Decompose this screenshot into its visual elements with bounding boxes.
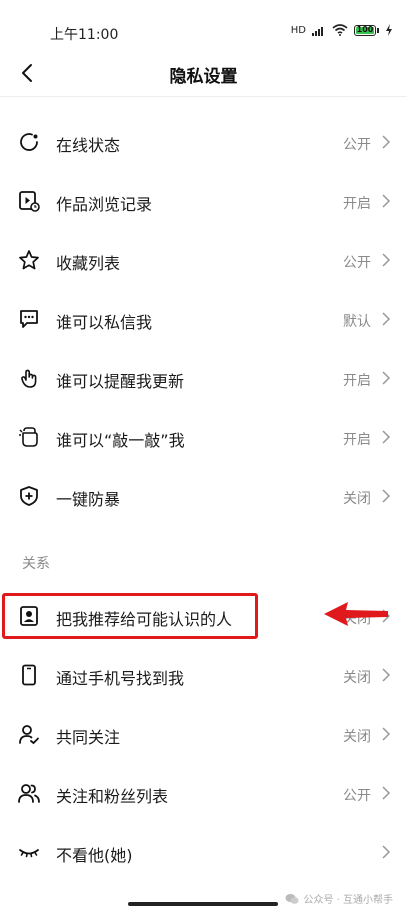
setting-value: 关闭 — [343, 670, 371, 686]
chevron-right-icon — [382, 489, 391, 503]
chevron-right-icon — [382, 194, 391, 208]
watermark-text: 公众号 · 互通小帮手 — [303, 895, 393, 906]
chevron-right-icon — [382, 668, 391, 682]
status-icons: HD 100 — [291, 24, 393, 36]
setting-who-can-knock[interactable]: 谁可以“敲一敲”我 开启 — [0, 409, 407, 465]
setting-label: 共同关注 — [56, 728, 121, 747]
setting-value: 开启 — [343, 432, 371, 448]
setting-anti-harassment[interactable]: 一键防暴 关闭 — [0, 468, 407, 524]
users-icon — [18, 784, 40, 803]
setting-online-status[interactable]: 在线状态 公开 — [0, 114, 407, 170]
chevron-right-icon — [382, 430, 391, 444]
tap-finger-icon — [21, 369, 37, 388]
setting-label: 关注和粉丝列表 — [56, 787, 169, 806]
watermark: 公众号 · 互通小帮手 — [285, 891, 393, 906]
setting-browse-history[interactable]: 作品浏览记录 开启 — [0, 173, 407, 229]
setting-who-can-remind[interactable]: 谁可以提醒我更新 开启 — [0, 350, 407, 406]
setting-label: 谁可以私信我 — [56, 313, 153, 332]
setting-value: 默认 — [343, 314, 371, 330]
chevron-right-icon — [382, 135, 391, 149]
setting-favorites-list[interactable]: 收藏列表 公开 — [0, 232, 407, 288]
setting-mutual-follows[interactable]: 共同关注 关闭 — [0, 706, 407, 762]
section-relation-header: 关系 — [22, 556, 50, 572]
closed-eye-icon — [19, 849, 39, 858]
setting-label: 不看他(她) — [56, 846, 133, 865]
setting-value: 公开 — [343, 788, 371, 804]
setting-find-by-phone[interactable]: 通过手机号找到我 关闭 — [0, 647, 407, 703]
chevron-right-icon — [382, 727, 391, 741]
setting-label: 一键防暴 — [56, 490, 121, 509]
setting-value: 公开 — [343, 255, 371, 271]
signal-icon — [312, 26, 323, 36]
setting-label: 收藏列表 — [56, 254, 121, 273]
page-title: 隐私设置 — [169, 67, 238, 87]
status-bar: 上午11:00 HD 100 — [0, 0, 407, 50]
user-check-icon — [19, 725, 39, 745]
red-arrow-icon — [324, 602, 388, 626]
setting-label: 谁可以提醒我更新 — [56, 372, 185, 391]
online-status-icon — [20, 133, 38, 151]
setting-value: 开启 — [343, 373, 371, 389]
knock-hand-icon — [19, 427, 38, 447]
setting-value: 关闭 — [343, 729, 371, 745]
battery-icon: 100 — [354, 24, 379, 36]
setting-label: 谁可以“敲一敲”我 — [56, 431, 185, 450]
message-icon — [20, 310, 38, 328]
setting-label: 在线状态 — [56, 136, 121, 155]
home-indicator[interactable] — [128, 902, 278, 906]
status-time: 上午11:00 — [50, 27, 119, 43]
wechat-icon — [285, 893, 299, 904]
setting-label: 作品浏览记录 — [56, 195, 153, 214]
phone-icon — [22, 664, 36, 686]
battery-level: 100 — [356, 24, 374, 34]
setting-label: 通过手机号找到我 — [56, 669, 185, 688]
video-history-icon — [19, 191, 40, 212]
star-icon — [19, 250, 39, 270]
highlight-box — [2, 593, 258, 639]
chevron-right-icon — [382, 312, 391, 326]
wifi-icon — [332, 24, 348, 36]
chevron-right-icon — [382, 253, 391, 267]
setting-value: 关闭 — [343, 491, 371, 507]
chevron-right-icon — [382, 786, 391, 800]
shield-plus-icon — [20, 486, 38, 506]
chevron-right-icon — [382, 845, 391, 859]
setting-value: 开启 — [343, 196, 371, 212]
chevron-right-icon — [382, 371, 391, 385]
setting-dont-see-them[interactable]: 不看他(她) — [0, 824, 407, 880]
setting-follow-and-fans-list[interactable]: 关注和粉丝列表 公开 — [0, 765, 407, 821]
header: 隐私设置 — [0, 50, 407, 97]
setting-value: 公开 — [343, 137, 371, 153]
setting-who-can-message[interactable]: 谁可以私信我 默认 — [0, 291, 407, 347]
charging-icon — [386, 24, 392, 36]
network-type: HD — [290, 24, 306, 36]
